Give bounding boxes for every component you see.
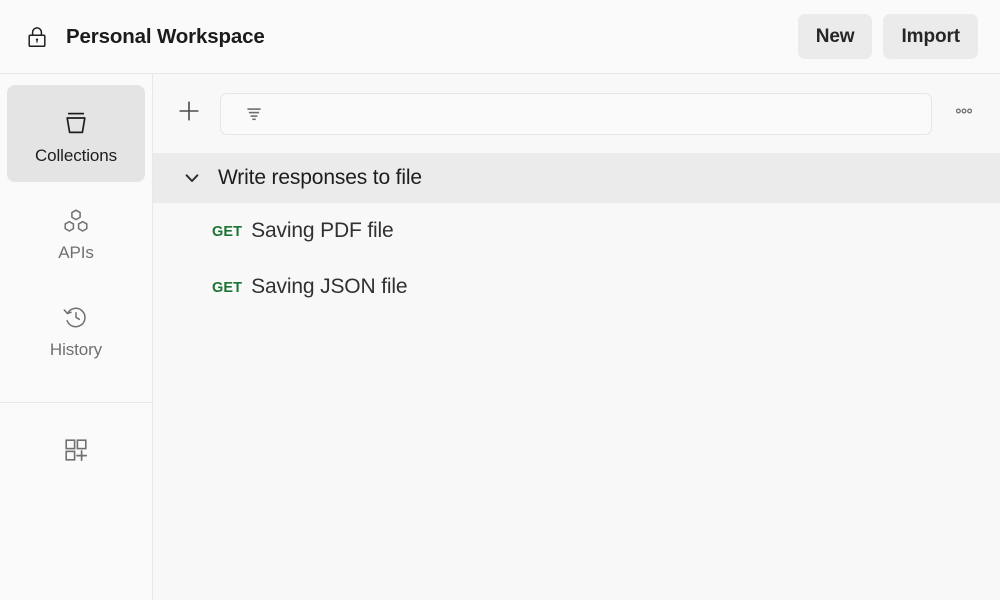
ellipsis-horizontal-icon	[951, 98, 977, 129]
collections-tree: Write responses to file GET Saving PDF f…	[153, 153, 1000, 600]
lock-icon	[24, 24, 50, 50]
toolbar-more-options-button[interactable]	[942, 92, 986, 136]
request-name: Saving JSON file	[251, 275, 407, 299]
request-row[interactable]: GET Saving PDF file	[153, 203, 1000, 259]
add-module-button[interactable]	[53, 429, 99, 475]
add-grid-icon	[61, 435, 91, 470]
collection-row[interactable]: Write responses to file	[153, 153, 1000, 203]
sidebar: Collections APIs	[0, 74, 153, 600]
chevron-down-icon[interactable]	[179, 165, 205, 191]
request-method-badge: GET	[212, 223, 242, 240]
search-input[interactable]	[275, 105, 920, 123]
request-name: Saving PDF file	[251, 219, 393, 243]
workspace-title: Personal Workspace	[66, 25, 265, 49]
sidebar-item-apis[interactable]: APIs	[7, 182, 145, 279]
sidebar-item-collections[interactable]: Collections	[7, 85, 145, 182]
apis-icon	[59, 200, 93, 240]
sidebar-item-label: Collections	[35, 147, 117, 164]
collections-pane: Write responses to file GET Saving PDF f…	[153, 74, 1000, 600]
plus-icon	[175, 97, 203, 130]
collections-icon	[59, 103, 93, 143]
request-row[interactable]: GET Saving JSON file	[153, 259, 1000, 315]
sidebar-item-label: History	[50, 341, 102, 358]
sidebar-item-label: APIs	[58, 244, 94, 261]
new-button[interactable]: New	[798, 14, 873, 59]
history-clock-icon	[59, 297, 93, 337]
workspace-body: Collections APIs	[0, 74, 1000, 600]
workspace-header: Personal Workspace New Import	[0, 0, 1000, 74]
import-button[interactable]: Import	[883, 14, 978, 59]
new-collection-button[interactable]	[167, 92, 211, 136]
collection-name: Write responses to file	[218, 166, 422, 190]
app-window: Personal Workspace New Import Collection…	[0, 0, 1000, 600]
sidebar-item-history[interactable]: History	[7, 279, 145, 376]
sidebar-bottom-section	[0, 403, 152, 475]
request-method-badge: GET	[212, 279, 242, 296]
filter-icon	[243, 103, 265, 125]
search-filter-box[interactable]	[220, 93, 932, 135]
collections-toolbar	[153, 74, 1000, 153]
